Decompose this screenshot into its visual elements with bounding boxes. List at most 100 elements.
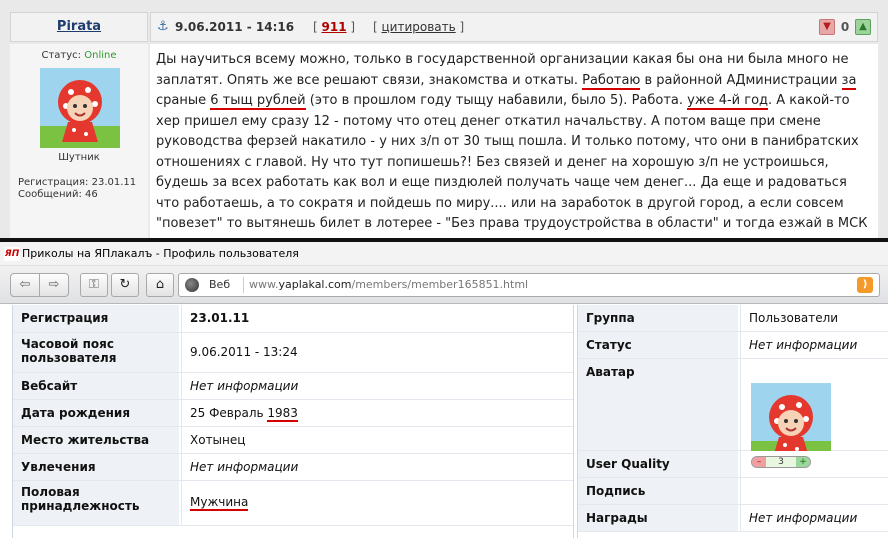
profile-field-value: –3 +: [740, 451, 888, 477]
anchor-icon[interactable]: ⚓: [157, 13, 169, 41]
underlined-text: Работаю: [582, 72, 641, 90]
post-text: что работаешь, а то сократя и пойдешь по…: [156, 195, 844, 211]
arrow-right-icon: ⇨: [48, 277, 60, 292]
key-button[interactable]: ⚿: [80, 273, 108, 297]
post-text-line: хер пришел ему сразу 12 - потому что оте…: [156, 112, 872, 133]
status-online: Online: [84, 50, 117, 61]
profile-field-value: Нет информации: [181, 454, 573, 480]
forward-button[interactable]: ⇨: [39, 273, 69, 297]
profile-row: Подпись: [578, 478, 888, 505]
profile-field-label: User Quality: [578, 451, 738, 477]
url-path: /members/member165851.html: [351, 278, 529, 291]
post-text: отношениях с главой. Ну что тут попишешь…: [156, 154, 829, 170]
profile-row: Половая принадлежность Мужчина: [13, 481, 573, 526]
underlined-text: 1983: [267, 406, 298, 422]
profile-field-value: 25 Февраль 1983: [181, 400, 573, 426]
window-title: Приколы на ЯПлакалъ - Профиль пользовате…: [22, 247, 299, 260]
field-text: 25 Февраль: [190, 406, 268, 420]
post-text-line: будешь за всех работать как вол и еще пи…: [156, 173, 872, 194]
quote-link[interactable]: цитировать: [382, 20, 456, 34]
underlined-text: уже 4-й год: [687, 93, 769, 110]
post-text: (это в прошлом году тыщу набавили, было …: [305, 93, 688, 108]
url-prefix: www.: [249, 278, 279, 291]
quality-minus-button[interactable]: –: [752, 457, 766, 467]
post-text-line: заплатят. Опять же все решают связи, зна…: [156, 71, 872, 92]
browser-toolbar: ⇦ ⇨ ⚿ ↻ ⌂ Веб www.yaplakal.com/members/m…: [0, 266, 888, 304]
profile-row: Дата рождения 25 Февраль 1983: [13, 400, 573, 427]
post-text: в районной АДминистрации: [640, 72, 842, 88]
profile-field-label: Регистрация: [13, 305, 179, 332]
profile-field-value: Нет информации: [181, 373, 573, 399]
globe-icon: [185, 278, 199, 292]
post-author-link[interactable]: Pirata: [10, 12, 148, 42]
profile-row: User Quality –3 +: [578, 451, 888, 478]
reload-button[interactable]: ↻: [111, 273, 139, 297]
underlined-text: за: [841, 72, 857, 90]
profile-content: Регистрация 23.01.11 Часовой пояс пользова…: [0, 305, 888, 538]
address-divider: [243, 277, 244, 293]
profile-field-value: Нет информации: [740, 332, 888, 358]
post-text-line: руководства ферзей накатило - у них з/п …: [156, 132, 872, 153]
quality-value: 3: [766, 457, 796, 467]
home-button[interactable]: ⌂: [146, 273, 174, 297]
post-date: 9.06.2011 - 14:16: [175, 20, 295, 34]
rating-count: 0: [840, 20, 850, 34]
status-label: Статус:: [41, 50, 82, 61]
profile-field-value: [740, 359, 888, 463]
post-text: . А какой-то: [768, 93, 850, 108]
post-body: Ды научиться всему можно, только в госуд…: [150, 44, 878, 238]
profile-field-value: Мужчина: [181, 481, 573, 525]
post-header: ⚓ 9.06.2011 - 14:16 [ 911 ] [ цитировать…: [150, 12, 878, 42]
post-text: Ды научиться всему можно, только в госуд…: [156, 52, 849, 67]
forum-post: Pirata ⚓ 9.06.2011 - 14:16 [ 911 ] [ цит…: [0, 0, 888, 238]
post-number-wrap: [ 911 ]: [313, 20, 356, 34]
post-rating: ▼ 0 ▲: [819, 18, 871, 36]
profile-row: Регистрация 23.01.11: [13, 305, 573, 333]
post-number-link[interactable]: 911: [322, 20, 347, 34]
profile-field-label: Награды: [578, 505, 738, 531]
url-host: yaplakal.com: [278, 278, 352, 291]
post-text-line: Ды научиться всему можно, только в госуд…: [156, 50, 872, 71]
arrow-left-icon: ⇦: [19, 277, 31, 292]
post-text: сраные: [156, 93, 211, 108]
profile-row: Аватар: [578, 359, 888, 463]
profile-right-table: Группа Пользователи Статус Нет информации Ав…: [577, 305, 888, 538]
thumb-up-icon[interactable]: ▲: [855, 19, 871, 35]
profile-field-value: Хотынец: [181, 427, 573, 453]
user-registration: Регистрация: 23.01.11: [18, 177, 137, 188]
profile-field-label: Дата рождения: [13, 400, 179, 426]
post-text: руководства ферзей накатило - у них з/п …: [156, 134, 859, 149]
site-favicon-icon: ЯП: [4, 247, 20, 261]
thumb-down-icon[interactable]: ▼: [819, 19, 835, 35]
profile-row: Группа Пользователи: [578, 305, 888, 332]
post-text-line: что работаешь, а то сократя и пойдешь по…: [156, 194, 872, 215]
user-nickname: Шутник: [58, 152, 100, 163]
underlined-text: Мужчина: [190, 495, 249, 511]
user-avatar: [40, 68, 120, 148]
user-quality-widget: –3 +: [751, 456, 811, 468]
address-bar[interactable]: Веб www.yaplakal.com/members/member16585…: [178, 273, 880, 297]
profile-field-label: Место жительства: [13, 427, 179, 453]
browser-title-bar: ЯП Приколы на ЯПлакалъ - Профиль пользов…: [0, 242, 888, 266]
user-messages: Сообщений: 46: [18, 189, 98, 200]
profile-row: Награды Нет информации: [578, 505, 888, 532]
rss-feed-icon[interactable]: ): [857, 277, 873, 293]
back-button[interactable]: ⇦: [10, 273, 40, 297]
profile-field-value: 23.01.11: [181, 305, 573, 332]
url-text[interactable]: www.yaplakal.com/members/member165851.ht…: [249, 274, 528, 296]
profile-field-value: Пользователи: [740, 305, 888, 331]
profile-field-value: [740, 478, 888, 504]
post-text: "повезет" то вытянешь билет в лотерее - …: [156, 216, 868, 231]
profile-field-label: Подпись: [578, 478, 738, 504]
profile-field-label: Группа: [578, 305, 738, 331]
profile-left-table: Регистрация 23.01.11 Часовой пояс пользова…: [12, 305, 574, 538]
profile-field-label: Половая принадлежность: [13, 481, 179, 525]
user-panel: Статус: Online Шутник Регистрация: 23.01…: [10, 44, 148, 238]
profile-field-label: Увлечения: [13, 454, 179, 480]
user-status: Статус: Online: [10, 50, 148, 61]
key-icon: ⚿: [89, 277, 99, 292]
post-text: хер пришел ему сразу 12 - потому что оте…: [156, 113, 821, 129]
quality-plus-button[interactable]: +: [796, 457, 810, 467]
profile-row: Статус Нет информации: [578, 332, 888, 359]
reload-icon: ↻: [119, 277, 131, 292]
